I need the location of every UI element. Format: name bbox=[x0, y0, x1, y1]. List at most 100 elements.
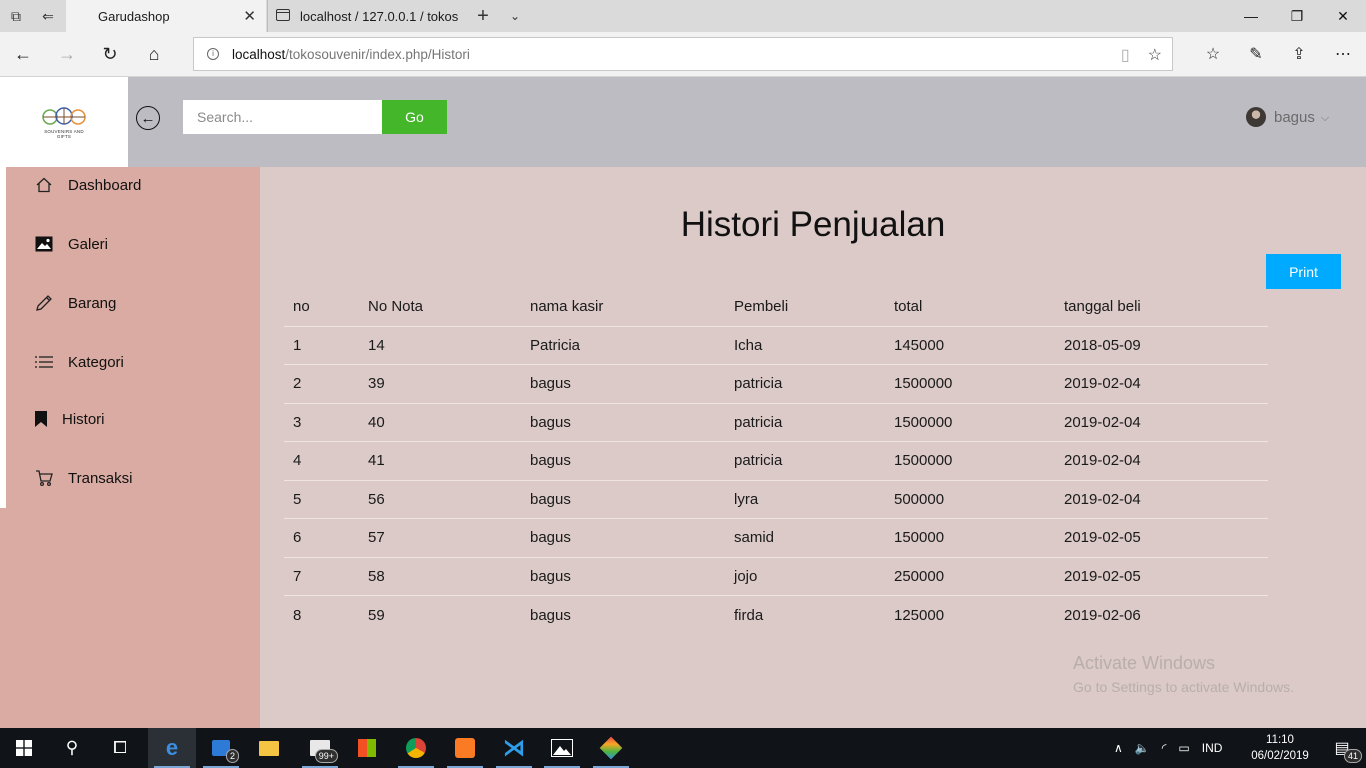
address-bar[interactable]: i localhost/tokosouvenir/index.php/Histo… bbox=[193, 37, 1173, 71]
page-favicon-icon bbox=[276, 9, 290, 21]
table-cell: 2019-02-04 bbox=[1055, 441, 1268, 481]
restore-window-icon[interactable]: ❐ bbox=[1274, 0, 1320, 32]
start-button-windows-icon[interactable] bbox=[0, 728, 48, 768]
action-center-icon[interactable]: ▤ 41 bbox=[1318, 728, 1366, 768]
home-icon[interactable]: ⌂ bbox=[137, 38, 171, 70]
favorite-star-icon[interactable]: ☆ bbox=[1148, 45, 1162, 65]
tab-manager-icon[interactable]: ⧉ bbox=[0, 0, 32, 32]
table-cell: 4 bbox=[284, 441, 359, 481]
table-row: 2 39 bagus patricia 1500000 2019-02-04 bbox=[284, 364, 1268, 404]
file-explorer-icon[interactable] bbox=[245, 728, 293, 768]
reading-view-icon[interactable]: ▯ bbox=[1121, 45, 1130, 65]
volume-icon[interactable]: 🔈 bbox=[1135, 741, 1150, 755]
git-app-icon[interactable] bbox=[587, 728, 635, 768]
bookmark-icon bbox=[34, 409, 48, 429]
search-input[interactable] bbox=[183, 100, 382, 134]
sidebar-white-strip bbox=[0, 167, 6, 508]
table-cell: Patricia bbox=[521, 326, 725, 365]
cart-icon bbox=[34, 468, 54, 488]
sidebar-item-barang[interactable]: Barang bbox=[34, 291, 116, 315]
table-cell: jojo bbox=[725, 557, 885, 596]
sidebar-item-histori[interactable]: Histori bbox=[34, 407, 105, 431]
edge-browser-icon[interactable]: e bbox=[148, 728, 196, 768]
table-cell: bagus bbox=[530, 606, 571, 624]
set-aside-tabs-icon[interactable]: ⇐ bbox=[32, 0, 64, 32]
home-icon bbox=[34, 175, 54, 195]
table-cell: 2018-05-09 bbox=[1055, 326, 1268, 365]
tab-preview-chevron-icon[interactable]: ⌄ bbox=[499, 0, 531, 32]
site-info-icon[interactable]: i bbox=[207, 48, 219, 60]
mail-app-icon[interactable]: 2 bbox=[197, 728, 245, 768]
close-tab-icon[interactable]: ✕ bbox=[243, 7, 256, 25]
table-cell: bagus bbox=[521, 518, 725, 558]
print-button[interactable]: Print bbox=[1266, 254, 1341, 289]
table-cell: bagus bbox=[521, 364, 725, 404]
table-cell: 2019-02-04 bbox=[1055, 480, 1268, 519]
minimize-window-icon[interactable]: — bbox=[1228, 0, 1274, 32]
mail-badge: 2 bbox=[225, 749, 239, 763]
sidebar-item-label: Dashboard bbox=[68, 176, 142, 194]
table-cell: 2019-02-05 bbox=[1055, 557, 1268, 596]
table-cell: bagus bbox=[521, 480, 725, 519]
table-cell: patricia bbox=[725, 441, 885, 481]
column-header-no: no bbox=[284, 288, 359, 327]
app-header: SOUVENIRS AND GIFTS ← Go bagus ⌵ bbox=[0, 77, 1366, 167]
table-cell: 6 bbox=[284, 518, 359, 558]
column-header-pembeli: Pembeli bbox=[725, 288, 885, 327]
system-tray: ∧ 🔈 ◜ ▭ IND bbox=[1114, 728, 1222, 768]
table-cell: 2 bbox=[284, 364, 359, 404]
refresh-icon[interactable]: ↻ bbox=[93, 38, 127, 70]
main-content: Histori Penjualan Print no No Nota nama … bbox=[260, 167, 1366, 728]
store-app-icon[interactable]: 99+ bbox=[296, 728, 344, 768]
sidebar-item-galeri[interactable]: Galeri bbox=[34, 232, 108, 256]
share-icon[interactable]: ⇪ bbox=[1282, 38, 1316, 70]
input-language[interactable]: IND bbox=[1202, 741, 1223, 755]
pencil-icon bbox=[34, 293, 54, 313]
show-hidden-icons-chevron-icon[interactable]: ∧ bbox=[1114, 741, 1123, 755]
column-header-total: total bbox=[885, 288, 1055, 327]
watermark-subtitle: Go to Settings to activate Windows. bbox=[1073, 679, 1294, 695]
table-header-row: no No Nota nama kasir Pembeli total tang… bbox=[284, 288, 1268, 327]
microsoft-store-icon[interactable] bbox=[343, 728, 391, 768]
sidebar-toggle-back-icon[interactable]: ← bbox=[136, 106, 160, 130]
back-icon[interactable]: ← bbox=[6, 38, 40, 70]
table-cell: 2019-02-06 bbox=[1064, 606, 1141, 624]
sidebar-item-dashboard[interactable]: Dashboard bbox=[34, 173, 141, 197]
sidebar-item-kategori[interactable]: Kategori bbox=[34, 350, 124, 374]
xampp-icon[interactable] bbox=[441, 728, 489, 768]
activate-windows-watermark: Activate Windows Go to Settings to activ… bbox=[1073, 653, 1294, 695]
table-row: 1 14 Patricia Icha 145000 2018-05-09 bbox=[284, 326, 1268, 365]
column-header-tanggal-beli: tanggal beli bbox=[1055, 288, 1268, 327]
table-cell: 57 bbox=[359, 518, 521, 558]
forward-icon[interactable]: → bbox=[50, 38, 84, 70]
close-window-icon[interactable]: ✕ bbox=[1320, 0, 1366, 32]
table-cell: 2019-02-05 bbox=[1055, 518, 1268, 558]
chrome-icon[interactable] bbox=[392, 728, 440, 768]
clock[interactable]: 11:10 06/02/2019 bbox=[1250, 732, 1310, 764]
table-cell: 14 bbox=[359, 326, 521, 365]
battery-icon[interactable]: ▭ bbox=[1178, 741, 1189, 755]
search-go-button[interactable]: Go bbox=[382, 100, 447, 134]
logo[interactable]: SOUVENIRS AND GIFTS bbox=[0, 77, 128, 167]
table-cell: 7 bbox=[284, 557, 359, 596]
table-row: 4 41 bagus patricia 1500000 2019-02-04 bbox=[284, 441, 1268, 481]
new-tab-icon[interactable]: + bbox=[467, 0, 499, 32]
network-wifi-icon[interactable]: ◜ bbox=[1162, 741, 1167, 755]
sidebar-item-label: Kategori bbox=[68, 353, 124, 371]
user-menu[interactable]: bagus ⌵ bbox=[1246, 106, 1329, 128]
table-cell: 1500000 bbox=[885, 441, 1055, 481]
tab-garudashop[interactable]: Garudashop ✕ bbox=[66, 0, 266, 32]
favorites-hub-icon[interactable]: ☆ bbox=[1196, 38, 1230, 70]
task-view-icon[interactable]: ⧠ bbox=[96, 728, 144, 768]
tab-phpmyadmin[interactable]: localhost / 127.0.0.1 / tokos bbox=[267, 0, 467, 32]
search-icon[interactable]: ⚲ bbox=[48, 728, 96, 768]
table-cell: 3 bbox=[284, 403, 359, 442]
photos-app-icon[interactable] bbox=[538, 728, 586, 768]
web-note-icon[interactable]: ✎ bbox=[1239, 38, 1273, 70]
tab-title: localhost / 127.0.0.1 / tokos bbox=[300, 8, 459, 24]
vscode-icon[interactable]: ⋊ bbox=[490, 728, 538, 768]
more-menu-icon[interactable]: ⋯ bbox=[1326, 38, 1360, 70]
sidebar-item-transaksi[interactable]: Transaksi bbox=[34, 466, 132, 490]
table-cell: 2019-02-04 bbox=[1055, 364, 1268, 404]
page-title: Histori Penjualan bbox=[680, 205, 946, 244]
